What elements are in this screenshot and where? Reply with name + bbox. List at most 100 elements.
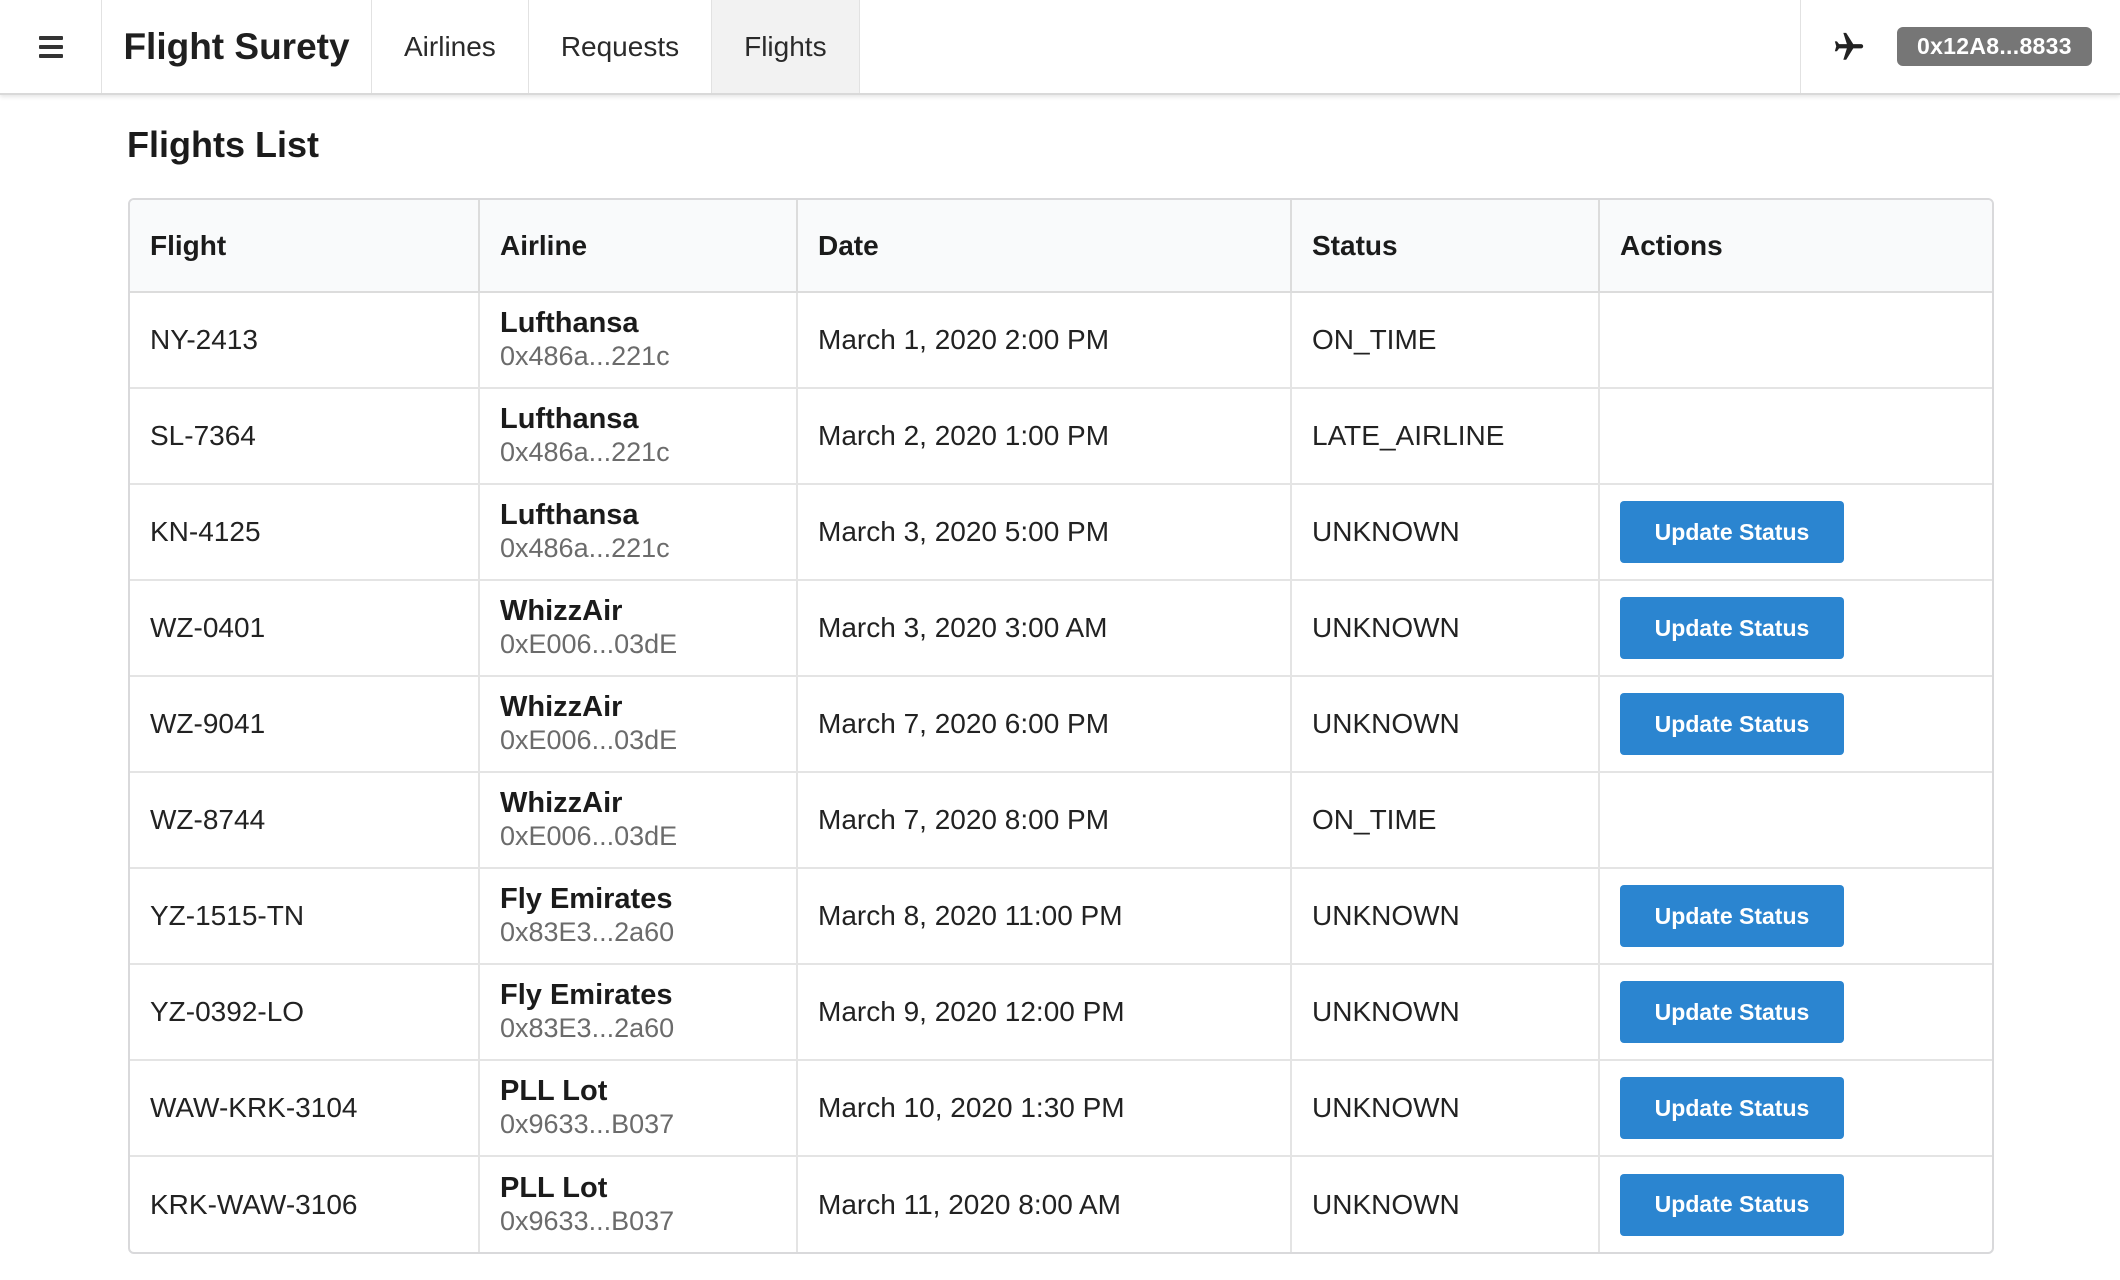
- flight-status: LATE_AIRLINE: [1291, 388, 1600, 485]
- table-row: KRK-WAW-3106 PLL Lot 0x9633...B037 March 11…: [130, 1156, 1992, 1252]
- flight-date: March 3, 2020 5:00 PM: [797, 484, 1292, 581]
- airline-name: Fly Emirates: [500, 979, 673, 1011]
- airline-name: WhizzAir: [500, 691, 623, 723]
- actions-cell: Update Status: [1599, 964, 1992, 1061]
- page-title: Flights List: [127, 124, 319, 165]
- actions-cell: Update Status: [1599, 580, 1992, 677]
- airline-cell: Lufthansa 0x486a...221c: [479, 484, 798, 581]
- actions-cell: Update Status: [1599, 1060, 1992, 1157]
- airline-cell: WhizzAir 0xE006...03dE: [479, 772, 798, 869]
- airline-cell: WhizzAir 0xE006...03dE: [479, 676, 798, 773]
- airline-name: Lufthansa: [500, 403, 639, 435]
- flight-date: March 2, 2020 1:00 PM: [797, 388, 1292, 485]
- column-header-actions: Actions: [1599, 200, 1992, 293]
- actions-cell: Update Status: [1599, 484, 1992, 581]
- flight-code: WZ-9041: [130, 676, 480, 773]
- airline-address: 0x486a...221c: [500, 437, 670, 467]
- table-row: SL-7364 Lufthansa 0x486a...221c March 2, 20…: [130, 388, 1992, 485]
- column-header-status: Status: [1291, 200, 1600, 293]
- airline-address: 0x83E3...2a60: [500, 917, 675, 947]
- airline-cell: Fly Emirates 0x83E3...2a60: [479, 964, 798, 1061]
- actions-cell: Update Status: [1599, 1156, 1992, 1252]
- flight-date: March 1, 2020 2:00 PM: [797, 292, 1292, 389]
- flight-code: SL-7364: [130, 388, 480, 485]
- menu-spacer: [860, 0, 1800, 93]
- actions-cell: [1599, 388, 1992, 485]
- app-brand[interactable]: Flight Surety: [102, 0, 372, 93]
- flight-code: WZ-0401: [130, 580, 480, 677]
- airline-address: 0x9633...B037: [500, 1109, 675, 1139]
- flight-status: ON_TIME: [1291, 772, 1600, 869]
- flight-code: NY-2413: [130, 292, 480, 389]
- airline-address: 0xE006...03dE: [500, 725, 678, 755]
- airline-cell: Lufthansa 0x486a...221c: [479, 292, 798, 389]
- nav-requests[interactable]: Requests: [529, 0, 713, 93]
- nav-flights[interactable]: Flights: [712, 0, 860, 93]
- update-status-button[interactable]: Update Status: [1620, 1077, 1844, 1139]
- column-header-airline: Airline: [479, 200, 798, 293]
- airline-cell: PLL Lot 0x9633...B037: [479, 1060, 798, 1157]
- update-status-button[interactable]: Update Status: [1620, 885, 1844, 947]
- table-row: NY-2413 Lufthansa 0x486a...221c March 1, 20…: [130, 292, 1992, 389]
- update-status-button[interactable]: Update Status: [1620, 981, 1844, 1043]
- flight-status: UNKNOWN: [1291, 484, 1600, 581]
- table-row: YZ-1515-TN Fly Emirates 0x83E3...2a60 March…: [130, 868, 1992, 965]
- update-status-button[interactable]: Update Status: [1620, 693, 1844, 755]
- nav-airlines[interactable]: Airlines: [372, 0, 529, 93]
- flight-code: KN-4125: [130, 484, 480, 581]
- airline-address: 0x9633...B037: [500, 1205, 675, 1236]
- actions-cell: Update Status: [1599, 868, 1992, 965]
- flight-status: UNKNOWN: [1291, 676, 1600, 773]
- airline-name: PLL Lot: [500, 1075, 608, 1107]
- column-header-flight: Flight: [130, 200, 480, 293]
- flight-date: March 11, 2020 8:00 AM: [797, 1156, 1292, 1252]
- airline-address: 0x486a...221c: [500, 341, 670, 371]
- update-status-button[interactable]: Update Status: [1620, 501, 1844, 563]
- actions-cell: [1599, 772, 1992, 869]
- airline-cell: Lufthansa 0x486a...221c: [479, 388, 798, 485]
- flight-code: YZ-1515-TN: [130, 868, 480, 965]
- flight-code: YZ-0392-LO: [130, 964, 480, 1061]
- airline-cell: PLL Lot 0x9633...B037: [479, 1156, 798, 1252]
- actions-cell: Update Status: [1599, 676, 1992, 773]
- flight-date: March 7, 2020 6:00 PM: [797, 676, 1292, 773]
- airline-address: 0x486a...221c: [500, 533, 670, 563]
- flight-date: March 10, 2020 1:30 PM: [797, 1060, 1292, 1157]
- flight-date: March 3, 2020 3:00 AM: [797, 580, 1292, 677]
- menu-toggle-button[interactable]: [0, 0, 102, 93]
- flight-date: March 9, 2020 12:00 PM: [797, 964, 1292, 1061]
- airline-address: 0xE006...03dE: [500, 821, 678, 851]
- table-header-row: Flight Airline Date Status Actions: [130, 200, 1992, 293]
- airline-name: PLL Lot: [500, 1171, 608, 1204]
- airline-cell: Fly Emirates 0x83E3...2a60: [479, 868, 798, 965]
- account-area: 0x12A8...8833: [1800, 0, 2120, 93]
- update-status-button[interactable]: Update Status: [1620, 1173, 1844, 1236]
- airline-address: 0x83E3...2a60: [500, 1013, 675, 1043]
- flight-date: March 7, 2020 8:00 PM: [797, 772, 1292, 869]
- flight-code: KRK-WAW-3106: [130, 1156, 480, 1252]
- table-row: WZ-9041 WhizzAir 0xE006...03dE March 7, 202…: [130, 676, 1992, 773]
- airline-name: Lufthansa: [500, 499, 639, 531]
- update-status-button[interactable]: Update Status: [1620, 597, 1844, 659]
- flight-status: UNKNOWN: [1291, 868, 1600, 965]
- actions-cell: [1599, 292, 1992, 389]
- flights-table: Flight Airline Date Status Actions NY-24…: [128, 198, 1994, 1254]
- table-row: WAW-KRK-3104 PLL Lot 0x9633...B037 March 10…: [130, 1060, 1992, 1157]
- airline-cell: WhizzAir 0xE006...03dE: [479, 580, 798, 677]
- top-menu: Flight Surety Airlines Requests Flights …: [0, 0, 2120, 95]
- airplane-icon: [1801, 30, 1897, 64]
- table-row: WZ-8744 WhizzAir 0xE006...03dE March 7, 202…: [130, 772, 1992, 869]
- flight-date: March 8, 2020 11:00 PM: [797, 868, 1292, 965]
- flight-status: UNKNOWN: [1291, 580, 1600, 677]
- flight-code: WZ-8744: [130, 772, 480, 869]
- airline-address: 0xE006...03dE: [500, 629, 678, 659]
- flight-status: UNKNOWN: [1291, 1156, 1600, 1252]
- flight-code: WAW-KRK-3104: [130, 1060, 480, 1157]
- hamburger-icon: [38, 35, 63, 58]
- airline-name: WhizzAir: [500, 787, 623, 819]
- airline-name: Fly Emirates: [500, 883, 673, 915]
- table-row: WZ-0401 WhizzAir 0xE006...03dE March 3, 202…: [130, 580, 1992, 677]
- airline-name: Lufthansa: [500, 307, 639, 339]
- flight-status: UNKNOWN: [1291, 1060, 1600, 1157]
- flight-status: UNKNOWN: [1291, 964, 1600, 1061]
